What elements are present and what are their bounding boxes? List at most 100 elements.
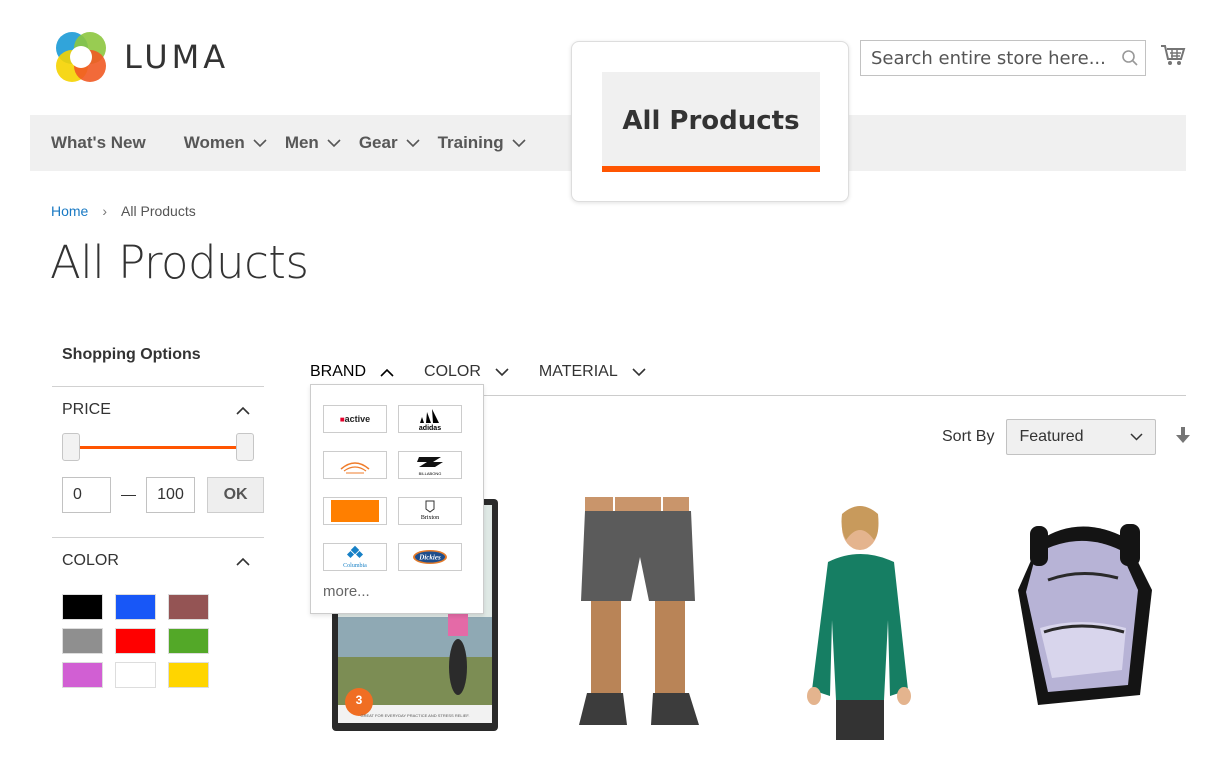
nav-item-label: All Products — [622, 105, 800, 136]
color-swatch[interactable] — [62, 594, 103, 620]
brand-logo-orange-outline[interactable] — [323, 451, 387, 479]
tab-label: MATERIAL — [538, 363, 618, 380]
brand-logo-billabong[interactable]: BILLABONG — [398, 451, 462, 479]
search-icon[interactable] — [1115, 49, 1145, 67]
color-swatch[interactable] — [115, 662, 156, 688]
sort-selected-value: Featured — [1019, 428, 1084, 445]
nav-item-label: Men — [284, 133, 319, 152]
nav-item-whats-new[interactable]: What's New — [51, 133, 146, 153]
brand-more-link[interactable]: more... — [323, 583, 370, 600]
chevron-down-icon — [632, 367, 646, 376]
nav-item-men[interactable]: Men — [285, 133, 341, 153]
product-image-green-top[interactable] — [790, 500, 950, 740]
tab-color[interactable]: COLOR — [424, 360, 509, 384]
adidas-logo: adidas — [419, 409, 441, 431]
page-title: All Products — [50, 236, 309, 289]
nav-item-gear[interactable]: Gear — [359, 133, 420, 153]
color-filter-header[interactable]: COLOR — [52, 538, 264, 584]
price-slider[interactable] — [62, 433, 254, 463]
active-tab-underline — [602, 166, 820, 172]
product-image-backpack[interactable] — [1000, 520, 1170, 710]
brand-name: BILLABONG — [419, 471, 442, 476]
brand-logo-columbia[interactable]: Columbia — [323, 543, 387, 571]
product-image-shorts[interactable] — [545, 497, 725, 737]
color-swatch[interactable] — [168, 662, 209, 688]
all-products-highlight: All Products — [571, 41, 849, 202]
breadcrumb-home-link[interactable]: Home — [51, 203, 88, 219]
shopping-options-heading: Shopping Options — [62, 346, 201, 363]
chevron-down-icon — [1130, 433, 1143, 441]
nav-item-label: What's New — [51, 133, 146, 152]
chevron-down-icon — [405, 138, 420, 147]
search-input[interactable] — [861, 41, 1115, 75]
brand-name: Brixton — [421, 515, 439, 521]
brand-logo-active[interactable]: ■ active — [323, 405, 387, 433]
chevron-up-icon — [380, 368, 394, 377]
columbia-logo: Columbia — [343, 545, 367, 569]
chevron-up-icon — [236, 557, 250, 566]
color-filter: COLOR — [52, 537, 264, 688]
dvd-caption: GREAT FOR EVERYDAY PRACTICE AND STRESS R… — [361, 713, 470, 718]
brand-mark-icon — [340, 462, 370, 474]
nav-item-label: Women — [183, 133, 245, 152]
brand-dropdown: ■ active adidas BILLABONG Brixton Columb… — [310, 384, 484, 614]
shorts-image — [579, 497, 699, 725]
dickies-logo: Dickies — [413, 550, 447, 564]
nav-item-all-products[interactable]: All Products — [602, 72, 820, 169]
price-slider-min-handle[interactable] — [62, 433, 80, 461]
search-box[interactable] — [860, 40, 1146, 76]
color-filter-title: COLOR — [62, 552, 119, 569]
backpack-image — [1018, 524, 1152, 705]
chevron-down-icon — [253, 138, 267, 147]
price-filter-title: PRICE — [62, 401, 111, 418]
price-max-input[interactable] — [146, 477, 196, 513]
color-swatch[interactable] — [115, 628, 156, 654]
brand-name: Columbia — [343, 563, 367, 569]
logo-text: LUMA — [124, 38, 230, 76]
price-ok-button[interactable]: OK — [207, 477, 264, 513]
price-filter-header[interactable]: PRICE — [52, 387, 264, 433]
brand-logo-dickies[interactable]: Dickies — [398, 543, 462, 571]
price-range-separator — [121, 494, 137, 496]
tab-label: BRAND — [310, 363, 367, 380]
tab-label: COLOR — [424, 363, 481, 380]
brand-logo-orange-block[interactable] — [323, 497, 387, 525]
price-min-input[interactable] — [62, 477, 111, 513]
color-swatch[interactable] — [168, 594, 209, 620]
brand-mark-orange — [331, 500, 379, 522]
cart-icon[interactable] — [1160, 42, 1186, 73]
price-slider-max-handle[interactable] — [236, 433, 254, 461]
sort-select[interactable]: Featured — [1006, 419, 1157, 455]
color-swatch[interactable] — [62, 628, 103, 654]
nav-item-label: Training — [437, 133, 504, 152]
brand-name: active — [344, 414, 371, 424]
breadcrumb: Home › All Products — [51, 203, 196, 219]
sidebar-filters: Shopping Options PRICE OK COLOR — [52, 340, 264, 688]
dvd-badge-number: 3 — [356, 693, 363, 707]
luma-logo[interactable]: LUMA — [52, 28, 229, 86]
brand-name: adidas — [419, 425, 441, 431]
brand-logo-brixton[interactable]: Brixton — [398, 497, 462, 525]
brand-logo-adidas[interactable]: adidas — [398, 405, 462, 433]
luma-logo-icon — [56, 32, 106, 82]
sort-direction-arrow-icon[interactable] — [1176, 426, 1191, 448]
billabong-logo: BILLABONG — [417, 457, 443, 476]
brixton-logo: Brixton — [421, 500, 439, 521]
tab-material[interactable]: MATERIAL — [539, 360, 646, 384]
nav-item-women[interactable]: Women — [184, 133, 267, 153]
chevron-up-icon — [236, 406, 250, 415]
color-swatch[interactable] — [115, 594, 156, 620]
sort-control: Sort By Featured — [942, 419, 1191, 455]
color-swatch[interactable] — [168, 628, 209, 654]
chevron-down-icon — [495, 367, 509, 376]
nav-item-training[interactable]: Training — [438, 133, 526, 153]
chevron-down-icon — [327, 138, 341, 147]
price-slider-track — [72, 446, 244, 449]
tab-brand[interactable]: BRAND — [310, 360, 394, 384]
price-filter: PRICE OK — [52, 386, 264, 513]
nav-item-label: Gear — [358, 133, 398, 152]
color-swatches — [62, 594, 264, 688]
breadcrumb-current: All Products — [121, 203, 196, 219]
chevron-down-icon — [512, 138, 526, 147]
color-swatch[interactable] — [62, 662, 103, 688]
